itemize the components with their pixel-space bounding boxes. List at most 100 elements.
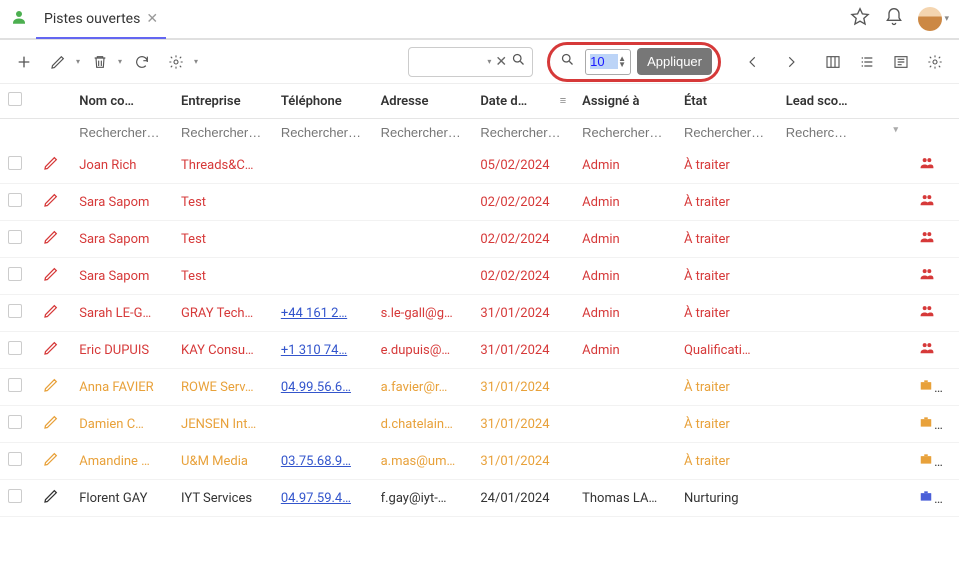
cell-name[interactable]: Florent GAY <box>71 480 173 517</box>
cell-phone[interactable]: 03.75.68.9… <box>273 443 373 480</box>
people-icon[interactable] <box>941 454 959 470</box>
close-icon[interactable]: ✕ <box>146 11 158 27</box>
cell-name[interactable]: Joan Rich <box>71 147 173 184</box>
cell-company[interactable]: GRAY Tech… <box>173 295 273 332</box>
pencil-icon[interactable] <box>43 377 59 397</box>
pencil-icon[interactable] <box>43 229 59 249</box>
cell-company[interactable]: JENSEN Int… <box>173 406 273 443</box>
row-checkbox[interactable] <box>8 267 22 281</box>
cell-company[interactable]: Threads&C… <box>173 147 273 184</box>
cell-name[interactable]: Sara Sapom <box>71 184 173 221</box>
cell-name[interactable]: Eric DUPUIS <box>71 332 173 369</box>
cell-name[interactable]: Amandine … <box>71 443 173 480</box>
select-all-checkbox[interactable] <box>8 92 22 106</box>
star-icon[interactable] <box>850 7 870 32</box>
cell-phone[interactable]: +1 310 74… <box>273 332 373 369</box>
briefcase-icon[interactable] <box>918 454 934 470</box>
cell-address[interactable]: a.mas@um… <box>373 443 473 480</box>
row-checkbox[interactable] <box>8 304 22 318</box>
briefcase-icon[interactable] <box>918 491 934 507</box>
cell-name[interactable]: Anna FAVIER <box>71 369 173 406</box>
search-assigned[interactable] <box>582 125 668 140</box>
cell-phone[interactable]: 04.97.59.4… <box>273 480 373 517</box>
pencil-icon[interactable] <box>43 155 59 175</box>
col-header-address[interactable]: Adresse <box>373 84 473 119</box>
search-name[interactable] <box>79 125 165 140</box>
user-avatar[interactable]: ▾ <box>918 7 949 31</box>
pencil-icon[interactable] <box>43 303 59 323</box>
row-checkbox[interactable] <box>8 193 22 207</box>
cell-name[interactable]: Sara Sapom <box>71 258 173 295</box>
col-header-status[interactable]: État <box>676 84 778 119</box>
briefcase-icon[interactable] <box>918 380 934 396</box>
table-row[interactable]: Sara Sapom Test 02/02/2024 Admin À trait… <box>0 258 959 295</box>
detail-view-icon[interactable] <box>887 48 915 76</box>
people-icon[interactable] <box>918 232 936 248</box>
add-button[interactable] <box>10 48 38 76</box>
table-row[interactable]: Sara Sapom Test 02/02/2024 Admin À trait… <box>0 184 959 221</box>
cell-address[interactable] <box>373 184 473 221</box>
next-page-button[interactable] <box>777 48 805 76</box>
cell-address[interactable]: a.favier@r… <box>373 369 473 406</box>
col-header-date[interactable]: Date d…≡ <box>472 84 574 119</box>
people-icon[interactable] <box>918 269 936 285</box>
settings-dropdown-icon[interactable]: ▾ <box>194 57 198 66</box>
search-address[interactable] <box>381 125 465 140</box>
cell-address[interactable]: e.dupuis@… <box>373 332 473 369</box>
row-checkbox[interactable] <box>8 341 22 355</box>
pencil-icon[interactable] <box>43 340 59 360</box>
cell-address[interactable]: d.chatelain… <box>373 406 473 443</box>
apply-button[interactable]: Appliquer <box>637 48 712 75</box>
cell-name[interactable]: Sarah LE-G… <box>71 295 173 332</box>
cell-company[interactable]: Test <box>173 258 273 295</box>
pencil-icon[interactable] <box>43 451 59 471</box>
people-icon[interactable] <box>941 491 959 507</box>
table-row[interactable]: Florent GAY IYT Services 04.97.59.4… f.g… <box>0 480 959 517</box>
column-layout-icon[interactable] <box>819 48 847 76</box>
cell-company[interactable]: Test <box>173 184 273 221</box>
cell-address[interactable] <box>373 258 473 295</box>
cell-phone[interactable] <box>273 221 373 258</box>
table-row[interactable]: Sarah LE-G… GRAY Tech… +44 161 2… s.le-g… <box>0 295 959 332</box>
edit-button[interactable] <box>44 48 72 76</box>
tab-pistes-ouvertes[interactable]: Pistes ouvertes ✕ <box>36 1 166 39</box>
delete-button[interactable] <box>86 48 114 76</box>
col-header-score[interactable]: Lead sco… <box>778 84 910 119</box>
prev-page-button[interactable] <box>739 48 767 76</box>
cell-phone[interactable]: 04.99.56.6… <box>273 369 373 406</box>
cell-phone[interactable] <box>273 147 373 184</box>
cell-phone[interactable] <box>273 258 373 295</box>
search-icon[interactable] <box>560 52 575 71</box>
search-date[interactable] <box>480 125 566 140</box>
people-icon[interactable] <box>941 417 959 433</box>
clear-filter-icon[interactable]: ✕ <box>495 54 507 70</box>
chevron-down-icon[interactable]: ▾ <box>894 125 899 135</box>
people-icon[interactable] <box>918 195 936 211</box>
search-company[interactable] <box>181 125 265 140</box>
pencil-icon[interactable] <box>43 192 59 212</box>
search-icon[interactable] <box>511 52 526 71</box>
row-checkbox[interactable] <box>8 489 22 503</box>
col-header-phone[interactable]: Téléphone <box>273 84 373 119</box>
pencil-icon[interactable] <box>43 266 59 286</box>
people-icon[interactable] <box>918 343 936 359</box>
people-icon[interactable] <box>918 306 936 322</box>
cell-company[interactable]: IYT Services <box>173 480 273 517</box>
cell-address[interactable]: s.le-gall@g… <box>373 295 473 332</box>
briefcase-icon[interactable] <box>918 417 934 433</box>
cell-company[interactable]: Test <box>173 221 273 258</box>
config-gear-icon[interactable] <box>921 48 949 76</box>
pencil-icon[interactable] <box>43 414 59 434</box>
edit-dropdown-icon[interactable]: ▾ <box>76 57 80 66</box>
pencil-icon[interactable] <box>43 488 59 508</box>
delete-dropdown-icon[interactable]: ▾ <box>118 57 122 66</box>
table-row[interactable]: Sara Sapom Test 02/02/2024 Admin À trait… <box>0 221 959 258</box>
list-view-icon[interactable] <box>853 48 881 76</box>
settings-gear-button[interactable] <box>162 48 190 76</box>
row-checkbox[interactable] <box>8 156 22 170</box>
people-icon[interactable] <box>941 380 959 396</box>
col-header-assigned[interactable]: Assigné à <box>574 84 676 119</box>
row-checkbox[interactable] <box>8 415 22 429</box>
search-status[interactable] <box>684 125 770 140</box>
table-row[interactable]: Anna FAVIER ROWE Serv… 04.99.56.6… a.fav… <box>0 369 959 406</box>
